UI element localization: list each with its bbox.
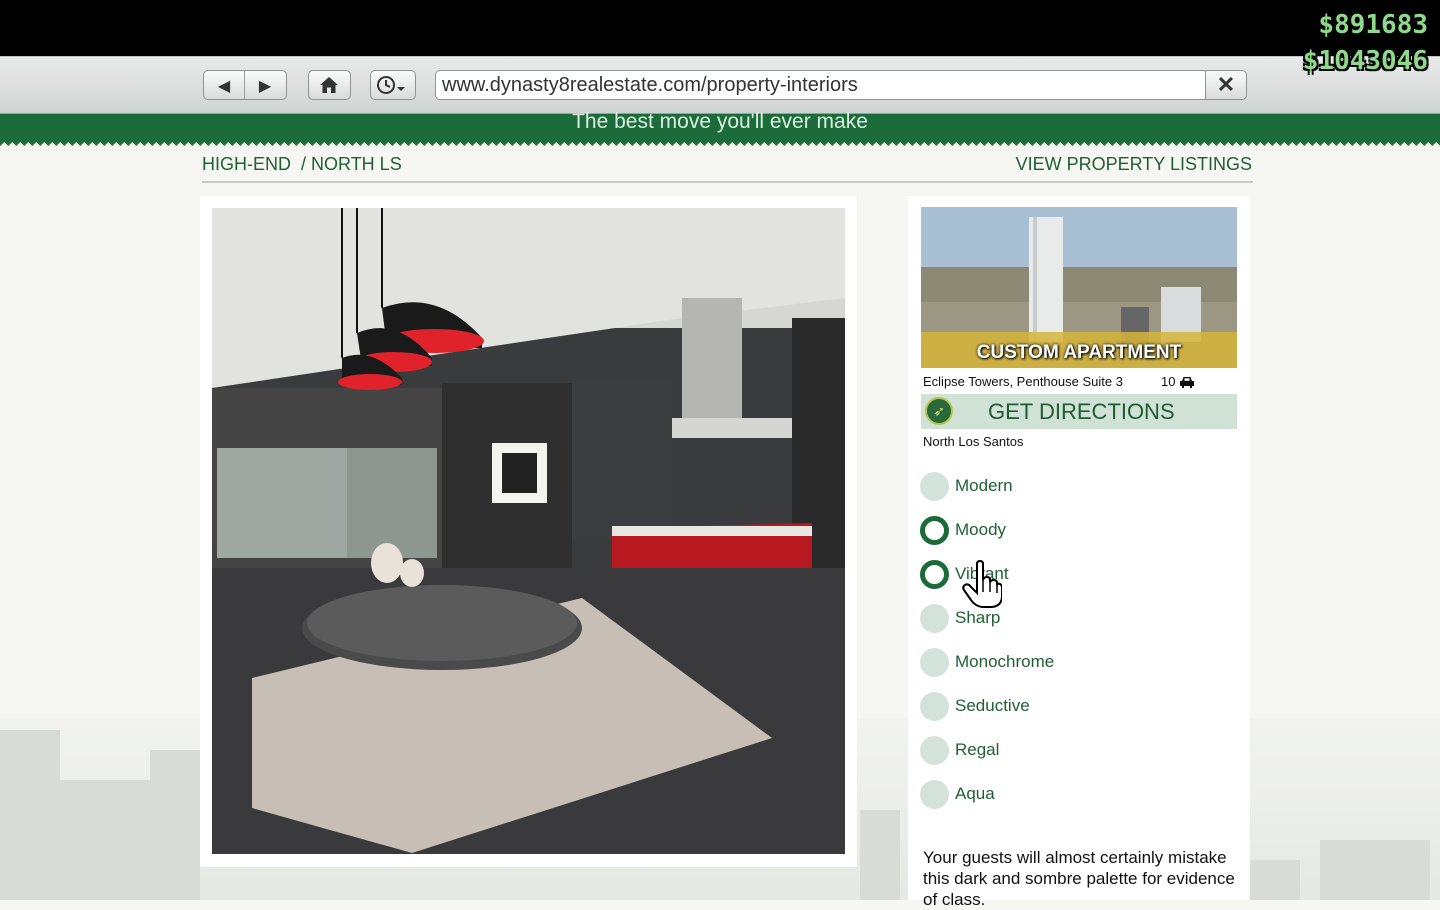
radio-sharp[interactable] — [920, 603, 949, 633]
cash-display: $891683 — [1318, 10, 1428, 40]
site-tagline: The best move you'll ever make — [572, 110, 868, 133]
close-icon[interactable]: ✕ — [1205, 71, 1246, 99]
view-property-listings-link[interactable]: VIEW PROPERTY LISTINGS — [1016, 154, 1252, 175]
header-divider — [202, 181, 1253, 183]
compass-icon: ➶ — [925, 397, 953, 425]
get-directions-label: GET DIRECTIONS — [988, 399, 1175, 424]
style-label: Regal — [955, 740, 1000, 759]
banner-edge — [0, 142, 1440, 150]
style-label: Monochrome — [955, 652, 1055, 671]
home-button[interactable] — [308, 70, 351, 100]
hand-pointer-icon — [962, 560, 1002, 608]
interior-photo — [212, 208, 845, 854]
style-label: Sharp — [955, 608, 1001, 627]
radio-moody[interactable] — [920, 515, 949, 545]
breadcrumb-high-end[interactable]: HIGH-END — [202, 154, 291, 174]
get-directions-button[interactable]: ➶ GET DIRECTIONS — [921, 394, 1237, 429]
home-icon — [309, 71, 349, 99]
style-label: Modern — [955, 476, 1013, 495]
garage-capacity: 10 — [1161, 374, 1195, 389]
radio-seductive[interactable] — [920, 691, 949, 721]
nav-arrows: ◀ ▶ — [203, 70, 287, 100]
style-label: Aqua — [955, 784, 995, 803]
radio-regal[interactable] — [920, 735, 949, 765]
breadcrumb: HIGH-END / NORTH LS — [202, 154, 402, 175]
style-option-regal[interactable]: Regal — [920, 735, 999, 765]
style-label: Moody — [955, 520, 1007, 539]
property-panel: CUSTOM APARTMENT Eclipse Towers, Penthou… — [908, 196, 1250, 909]
radio-vibrant[interactable] — [920, 559, 949, 589]
style-option-modern[interactable]: Modern — [920, 471, 1013, 501]
style-option-seductive[interactable]: Seductive — [920, 691, 1030, 721]
browser-toolbar: ◀ ▶ www.dynasty8realestate.com/property-… — [0, 56, 1440, 115]
url-text: www.dynasty8realestate.com/property-inte… — [442, 74, 858, 96]
bank-display: $1043046 — [1302, 46, 1428, 76]
car-icon — [1180, 376, 1195, 388]
radio-modern[interactable] — [920, 471, 949, 501]
style-description: Your guests will almost certainly mistak… — [923, 848, 1235, 909]
property-address: Eclipse Towers, Penthouse Suite 3 — [923, 374, 1123, 389]
history-button[interactable] — [370, 70, 416, 100]
property-title: CUSTOM APARTMENT — [976, 342, 1182, 363]
back-arrow-icon[interactable]: ◀ — [204, 71, 244, 99]
radio-aqua[interactable] — [920, 779, 949, 809]
style-option-moody[interactable]: Moody — [920, 515, 1006, 545]
style-label: Seductive — [955, 696, 1030, 715]
property-district: North Los Santos — [923, 434, 1024, 449]
style-option-aqua[interactable]: Aqua — [920, 779, 995, 809]
history-clock-icon — [371, 71, 411, 99]
address-bar[interactable]: www.dynasty8realestate.com/property-inte… — [435, 70, 1247, 100]
interior-photo-frame — [200, 196, 857, 867]
style-option-monochrome[interactable]: Monochrome — [920, 647, 1054, 677]
garage-count: 10 — [1161, 374, 1176, 389]
radio-monochrome[interactable] — [920, 647, 949, 677]
property-thumbnail: CUSTOM APARTMENT — [921, 207, 1237, 368]
top-black-bar — [0, 0, 1440, 56]
breadcrumb-north-ls[interactable]: / NORTH LS — [301, 154, 402, 174]
forward-arrow-icon[interactable]: ▶ — [244, 71, 285, 99]
